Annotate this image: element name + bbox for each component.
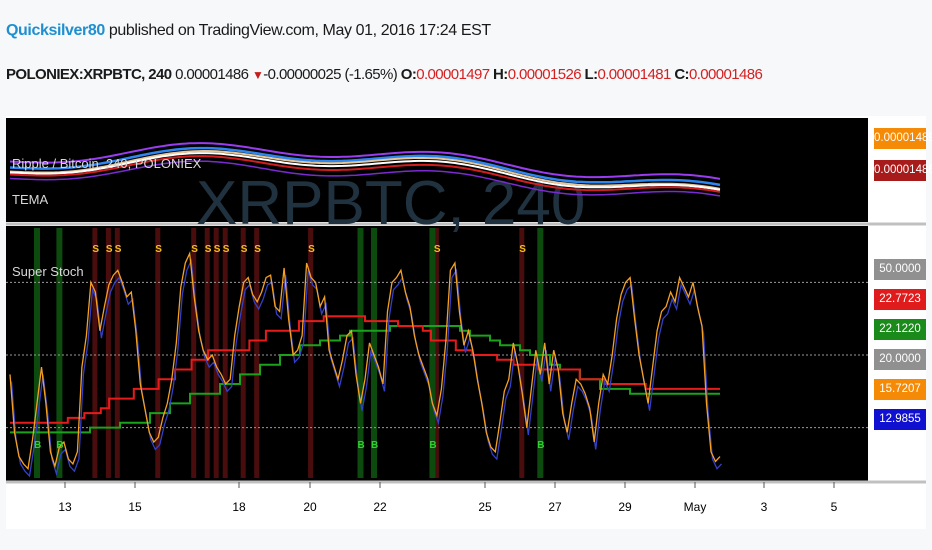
tema-label: TEMA: [12, 192, 49, 207]
sell-marker: S: [205, 244, 212, 255]
stoch-badge: 12.9855: [874, 409, 926, 430]
published-text: published on TradingView.com, May 01, 20…: [104, 22, 491, 39]
sell-signal-bar: [240, 228, 246, 478]
buy-marker: B: [56, 440, 63, 451]
time-axis-bg: [6, 481, 926, 529]
stoch-badge: 15.7207: [874, 379, 926, 400]
price-badge: 0.00001486: [874, 160, 932, 181]
sell-signal-bar: [222, 228, 228, 478]
chart-area[interactable]: XRPBTC, 240 S S S S S S S S S S S S S B B B B B B Ripple / …: [6, 116, 932, 529]
open-value: 0.00001497: [416, 66, 490, 83]
ticker-summary: POLONIEX:XRPBTC, 240 0.00001486 ▼-0.0000…: [6, 66, 763, 83]
buy-marker: B: [358, 440, 365, 451]
high-value: 0.00001526: [507, 66, 582, 83]
stoch-badge: 20.0000: [874, 349, 926, 370]
sell-signal-bar: [105, 228, 111, 478]
x-tick-label: 22: [373, 500, 387, 514]
sell-marker: S: [214, 244, 221, 255]
x-tick-label: 27: [548, 500, 562, 514]
x-tick-label: 18: [232, 500, 246, 514]
symbol-label[interactable]: POLONIEX:XRPBTC, 240: [6, 66, 172, 83]
sell-signal-bar: [519, 228, 525, 478]
stoch-badge: 22.1220: [874, 319, 926, 340]
close-value: 0.00001486: [688, 66, 763, 83]
buy-marker: B: [34, 440, 41, 451]
x-tick-label: 5: [830, 500, 838, 514]
low-value: 0.00001481: [597, 66, 671, 83]
sell-signal-bar: [254, 228, 260, 478]
top-pane-label: Ripple / Bitcoin, 240, POLONIEX: [12, 156, 202, 171]
sell-marker: S: [223, 244, 230, 255]
sell-marker: S: [434, 244, 441, 255]
open-label: O:: [400, 66, 417, 83]
x-tick-label: 25: [478, 500, 492, 514]
publication-header: Quicksilver80 published on TradingView.c…: [6, 22, 491, 40]
chart-svg[interactable]: XRPBTC, 240S S S S S S S S S S S S SB B B B B B: [6, 116, 926, 529]
sell-signal-bar: [114, 228, 120, 478]
sell-marker: S: [308, 244, 315, 255]
sell-marker: S: [155, 244, 162, 255]
sell-signal-bar: [308, 228, 314, 478]
x-tick-label: 13: [58, 500, 72, 514]
buy-marker: B: [371, 440, 378, 451]
down-arrow-icon: ▼: [251, 68, 264, 82]
x-tick-label: May: [683, 500, 707, 514]
stoch-badge: 22.7723: [874, 289, 926, 310]
author-link[interactable]: Quicksilver80: [6, 22, 105, 39]
sell-marker: S: [519, 244, 526, 255]
stoch-badge: 50.0000: [874, 259, 926, 280]
sell-marker: S: [191, 244, 198, 255]
sell-marker: S: [106, 244, 113, 255]
buy-marker: B: [537, 440, 544, 451]
price-change: -0.00000025 (-1.65%): [263, 66, 398, 83]
close-label: C:: [674, 66, 689, 83]
x-tick-label: 29: [618, 500, 632, 514]
high-label: H:: [493, 66, 508, 83]
low-label: L:: [584, 66, 599, 83]
last-price: 0.00001486: [175, 66, 249, 83]
price-badge: 0.00001489: [874, 128, 932, 149]
sell-marker: S: [254, 244, 261, 255]
sell-marker: S: [115, 244, 122, 255]
stoch-pane-label: Super Stoch: [12, 264, 84, 279]
x-tick-label: 20: [303, 500, 317, 514]
sell-signal-bar: [213, 228, 219, 478]
x-tick-label: 15: [128, 500, 142, 514]
sell-marker: S: [241, 244, 248, 255]
sell-marker: S: [92, 244, 99, 255]
buy-marker: B: [429, 440, 436, 451]
sell-signal-bar: [92, 228, 98, 478]
x-tick-label: 3: [760, 500, 768, 514]
